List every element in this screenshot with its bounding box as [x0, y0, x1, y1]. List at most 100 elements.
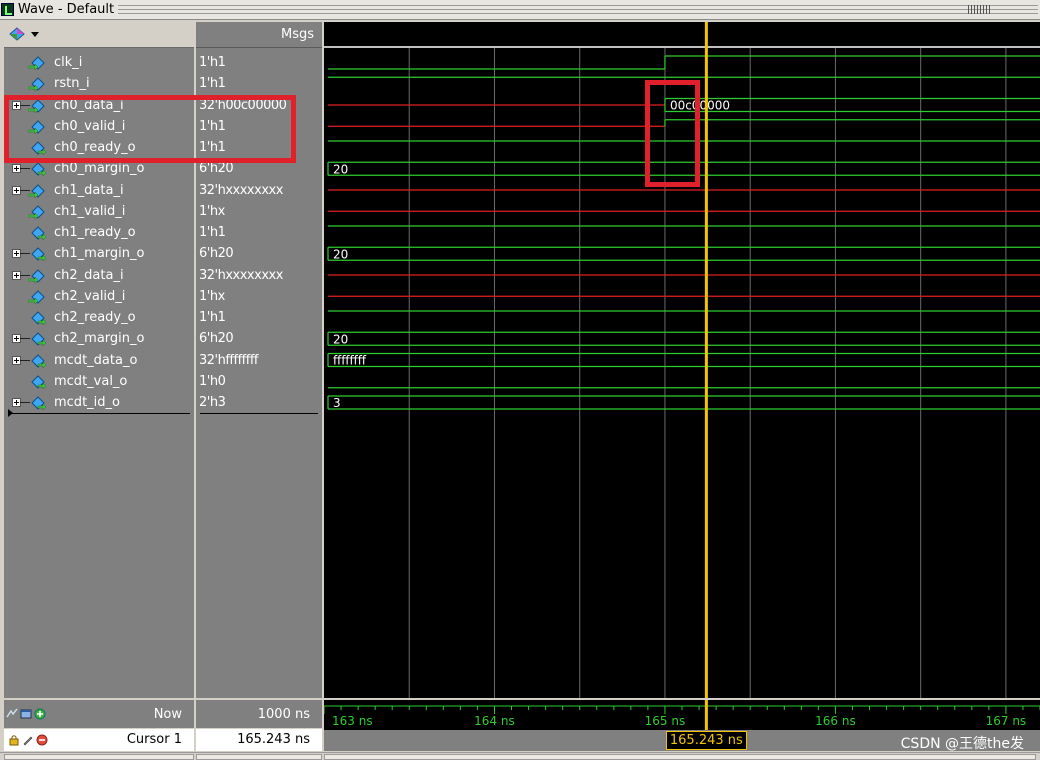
ruler-tick-label: 166 ns: [815, 714, 856, 728]
signal-name: ch2_margin_o: [54, 331, 145, 347]
window-dock-handle[interactable]: [968, 5, 992, 14]
input-signal-icon: [28, 205, 45, 220]
output-signal-icon: [31, 247, 46, 262]
signal-value: 1'hx: [199, 288, 225, 304]
signal-value: 32'hffffffff: [199, 352, 258, 368]
signal-row-rstn-i[interactable]: rstn_i: [4, 73, 194, 94]
signal-value-row[interactable]: 32'hxxxxxxxx: [196, 265, 322, 286]
output-signal-icon: [31, 226, 46, 241]
signal-row-ch2-ready-o[interactable]: ch2_ready_o: [4, 307, 194, 328]
signal-name: ch2_valid_i: [54, 288, 126, 304]
signal-name: mcdt_data_o: [54, 352, 138, 368]
signal-name: ch1_valid_i: [54, 203, 126, 219]
signal-name: ch0_margin_o: [54, 161, 145, 177]
signal-value: 2'h3: [199, 395, 226, 410]
signal-value: 1'h1: [199, 76, 226, 92]
wave-9-value-label: 20: [333, 247, 348, 261]
signal-row-clk-i[interactable]: clk_i: [4, 52, 194, 73]
now-value-cell: 1000 ns: [196, 700, 322, 728]
wave-pane-scroll[interactable]: [324, 754, 1036, 760]
window-icon[interactable]: [20, 708, 32, 720]
signal-row-mcdt-data-o[interactable]: mcdt_data_o: [4, 350, 194, 371]
output-signal-icon: [31, 375, 46, 390]
cursor-value-cell[interactable]: 165.243 ns: [196, 729, 322, 751]
horizontal-scrollbar[interactable]: [0, 752, 1040, 760]
signal-value: 6'h20: [199, 246, 234, 262]
signal-value-row[interactable]: 1'h1: [196, 73, 322, 94]
signal-value: 1'h1: [199, 55, 226, 70]
ruler-tick-label: 165 ns: [645, 714, 686, 728]
signal-value-row[interactable]: 1'hx: [196, 201, 322, 222]
status-bar: Now Cursor 1 1000 ns 165.243 ns 163 ns 16…: [0, 700, 1040, 760]
signal-value-row[interactable]: 32'hffffffff: [196, 350, 322, 371]
signal-value-row[interactable]: 6'h20: [196, 243, 322, 264]
output-signal-icon: [31, 353, 46, 369]
signal-value-row[interactable]: 1'h1: [196, 52, 322, 73]
signal-value: 1'hx: [199, 203, 225, 219]
signal-value: 1'h1: [199, 310, 226, 325]
signal-name: mcdt_id_o: [54, 395, 120, 410]
input-signal-icon: [28, 56, 45, 71]
signal-value-row[interactable]: 1'hx: [196, 286, 322, 307]
signal-name: clk_i: [54, 55, 83, 70]
lock-icon[interactable]: [8, 734, 20, 746]
signal-row-ch2-margin-o[interactable]: ch2_margin_o: [4, 328, 194, 349]
time-ruler-canvas[interactable]: 163 ns 164 ns 165 ns 166 ns 167 ns: [324, 700, 1040, 730]
signal-value-row[interactable]: 6'h20: [196, 328, 322, 349]
signal-value-row[interactable]: 1'h1: [196, 222, 322, 243]
signal-row-ch1-valid-i[interactable]: ch1_valid_i: [4, 201, 194, 222]
remove-cursor-icon[interactable]: [36, 734, 48, 746]
output-signal-icon: [31, 332, 46, 347]
value-pane-scroll[interactable]: [196, 754, 322, 760]
input-signal-icon: [28, 77, 45, 92]
signal-row-ch1-data-i[interactable]: ch1_data_i: [4, 180, 194, 201]
signal-row-mcdt-id-o[interactable]: mcdt_id_o: [4, 392, 194, 413]
window-title: Wave - Default: [18, 2, 115, 17]
chevron-down-icon[interactable]: [31, 32, 39, 37]
signal-value-row[interactable]: 1'h1: [196, 307, 322, 328]
value-insertion-line: [200, 413, 318, 414]
highlight-box-signals: [4, 95, 296, 163]
signal-value-row[interactable]: 32'hxxxxxxxx: [196, 180, 322, 201]
signal-row-ch2-data-i[interactable]: ch2_data_i: [4, 265, 194, 286]
now-label: Now: [153, 707, 182, 722]
name-pane-scroll[interactable]: [4, 754, 194, 760]
cursor-bar[interactable]: 165.243 ns CSDN @王德the发: [324, 730, 1040, 751]
signal-value-row[interactable]: 2'h3: [196, 392, 322, 413]
signal-pane-header: [4, 22, 194, 48]
signal-name: ch1_data_i: [54, 182, 124, 198]
signal-name: ch1_ready_o: [54, 225, 136, 240]
zoom-icon[interactable]: [6, 708, 18, 720]
signal-value: 6'h20: [199, 331, 234, 347]
input-signal-icon: [28, 183, 45, 199]
signal-value-row[interactable]: 1'h0: [196, 371, 322, 392]
signal-name: ch2_data_i: [54, 267, 124, 283]
now-row: Now: [4, 700, 194, 728]
wave-16-value-label: 3: [333, 396, 341, 410]
edit-icon[interactable]: [22, 734, 34, 746]
wave-14-value-label: ffffffff: [333, 354, 367, 368]
signal-row-ch1-margin-o[interactable]: ch1_margin_o: [4, 243, 194, 264]
wave-5-value-label: 20: [333, 162, 348, 176]
insertion-marker-icon: [8, 409, 13, 417]
signal-name: mcdt_val_o: [54, 373, 128, 389]
window-titlebar[interactable]: Wave - Default: [0, 0, 1040, 20]
signal-row-mcdt-val-o[interactable]: mcdt_val_o: [4, 371, 194, 392]
ruler-tick-label: 164 ns: [474, 714, 515, 728]
titlebar-grip[interactable]: [118, 5, 1038, 14]
cursor-value: 165.243 ns: [237, 732, 310, 747]
signal-value: 1'h0: [199, 373, 226, 389]
signal-value: 32'hxxxxxxxx: [199, 182, 283, 198]
signal-row-ch1-ready-o[interactable]: ch1_ready_o: [4, 222, 194, 243]
watermark: CSDN @王德the发: [900, 736, 1024, 751]
add-signal-icon[interactable]: [8, 26, 26, 42]
signal-value: 32'hxxxxxxxx: [199, 267, 283, 283]
signal-row-ch2-valid-i[interactable]: ch2_valid_i: [4, 286, 194, 307]
time-ruler[interactable]: 163 ns 164 ns 165 ns 166 ns 167 ns: [324, 700, 1040, 730]
input-signal-icon: [28, 268, 45, 284]
cursor-time-box[interactable]: 165.243 ns: [665, 731, 747, 750]
msgs-header: Msgs: [196, 22, 322, 48]
cursor-row[interactable]: Cursor 1: [4, 729, 194, 751]
add-cursor-icon[interactable]: [34, 708, 46, 720]
ruler-tick-label: 167 ns: [986, 714, 1027, 728]
